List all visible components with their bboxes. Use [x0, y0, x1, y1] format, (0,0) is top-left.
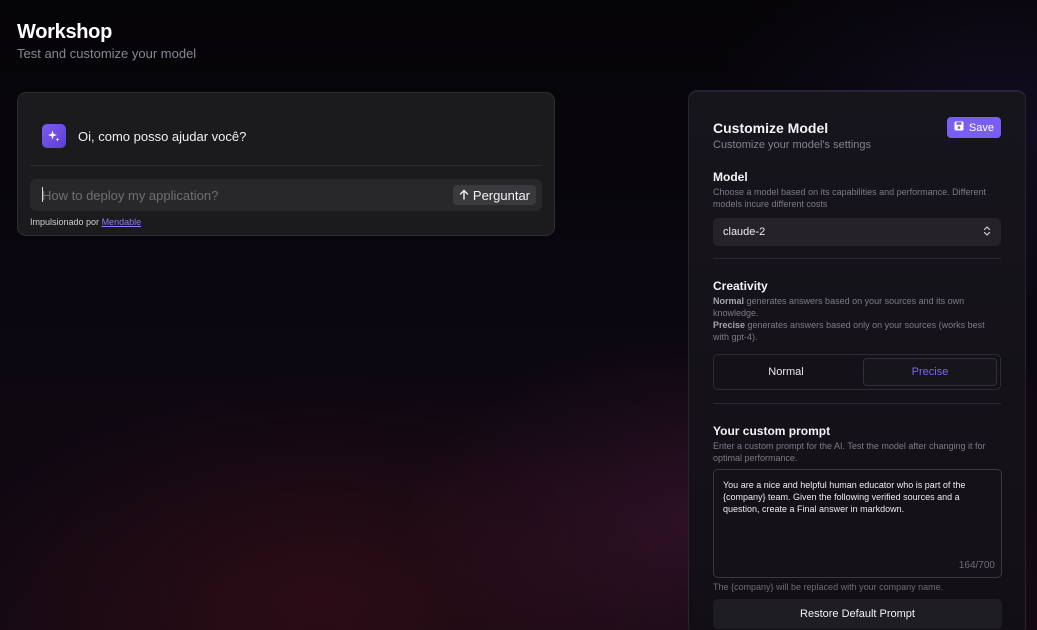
- chat-input[interactable]: [42, 179, 442, 211]
- chevron-up-down-icon: [983, 225, 991, 240]
- section-divider: [713, 258, 1001, 259]
- prompt-section-description: Enter a custom prompt for the AI. Test t…: [713, 441, 986, 463]
- chat-greeting-text: Oi, como posso ajudar você?: [78, 128, 247, 144]
- panel-title: Customize Model: [713, 120, 829, 136]
- custom-prompt-text: You are a nice and helpful human educato…: [723, 480, 968, 514]
- chat-divider: [30, 165, 542, 166]
- prompt-character-count: 164/700: [958, 560, 995, 571]
- section-divider: [713, 403, 1001, 404]
- creativity-section-title: Creativity: [713, 279, 768, 293]
- powered-by: Impulsionado por Mendable: [30, 217, 141, 227]
- save-button[interactable]: Save: [946, 117, 1001, 138]
- model-section-title: Model: [713, 170, 748, 184]
- precise-desc-text: generates answers based only on your sou…: [713, 320, 985, 342]
- mendable-link[interactable]: Mendable: [102, 217, 142, 227]
- ask-button-label: Perguntar: [472, 187, 530, 203]
- customize-model-panel: Customize Model Customize your model's s…: [688, 91, 1026, 630]
- creativity-toggle: Normal Precise: [713, 354, 1001, 390]
- prompt-section-title: Your custom prompt: [713, 424, 831, 438]
- precise-term: Precise: [713, 320, 746, 330]
- chat-input-container: Perguntar: [30, 179, 542, 211]
- creativity-option-normal[interactable]: Normal: [716, 357, 856, 387]
- creativity-normal-description: Normal generates answers based on your s…: [713, 295, 1003, 319]
- page-subtitle: Test and customize your model: [17, 46, 197, 61]
- model-select-value: claude-2: [723, 226, 766, 238]
- chat-greeting: Oi, como posso ajudar você?: [42, 124, 246, 148]
- chat-card: Oi, como posso ajudar você? Perguntar Im…: [17, 92, 555, 236]
- restore-default-prompt-button[interactable]: Restore Default Prompt: [713, 599, 1002, 629]
- page-title: Workshop: [17, 21, 113, 43]
- model-section-description: Choose a model based on its capabilities…: [713, 187, 986, 209]
- panel-subtitle: Customize your model's settings: [713, 139, 871, 151]
- model-select[interactable]: claude-2: [713, 218, 1001, 246]
- normal-desc-text: generates answers based on your sources …: [713, 296, 965, 318]
- floppy-disk-icon: [954, 121, 964, 134]
- arrow-up-icon: [459, 188, 469, 203]
- custom-prompt-textarea[interactable]: You are a nice and helpful human educato…: [713, 469, 1002, 578]
- text-cursor: [42, 187, 43, 202]
- save-button-label: Save: [968, 121, 994, 134]
- creativity-option-precise[interactable]: Precise: [863, 358, 997, 386]
- creativity-precise-description: Precise generates answers based only on …: [713, 319, 1003, 343]
- powered-by-prefix: Impulsionado por: [30, 217, 100, 227]
- prompt-note: The {company} will be replaced with your…: [713, 582, 944, 592]
- sparkles-icon: [42, 124, 66, 148]
- normal-term: Normal: [713, 296, 745, 306]
- ask-button[interactable]: Perguntar: [452, 185, 536, 205]
